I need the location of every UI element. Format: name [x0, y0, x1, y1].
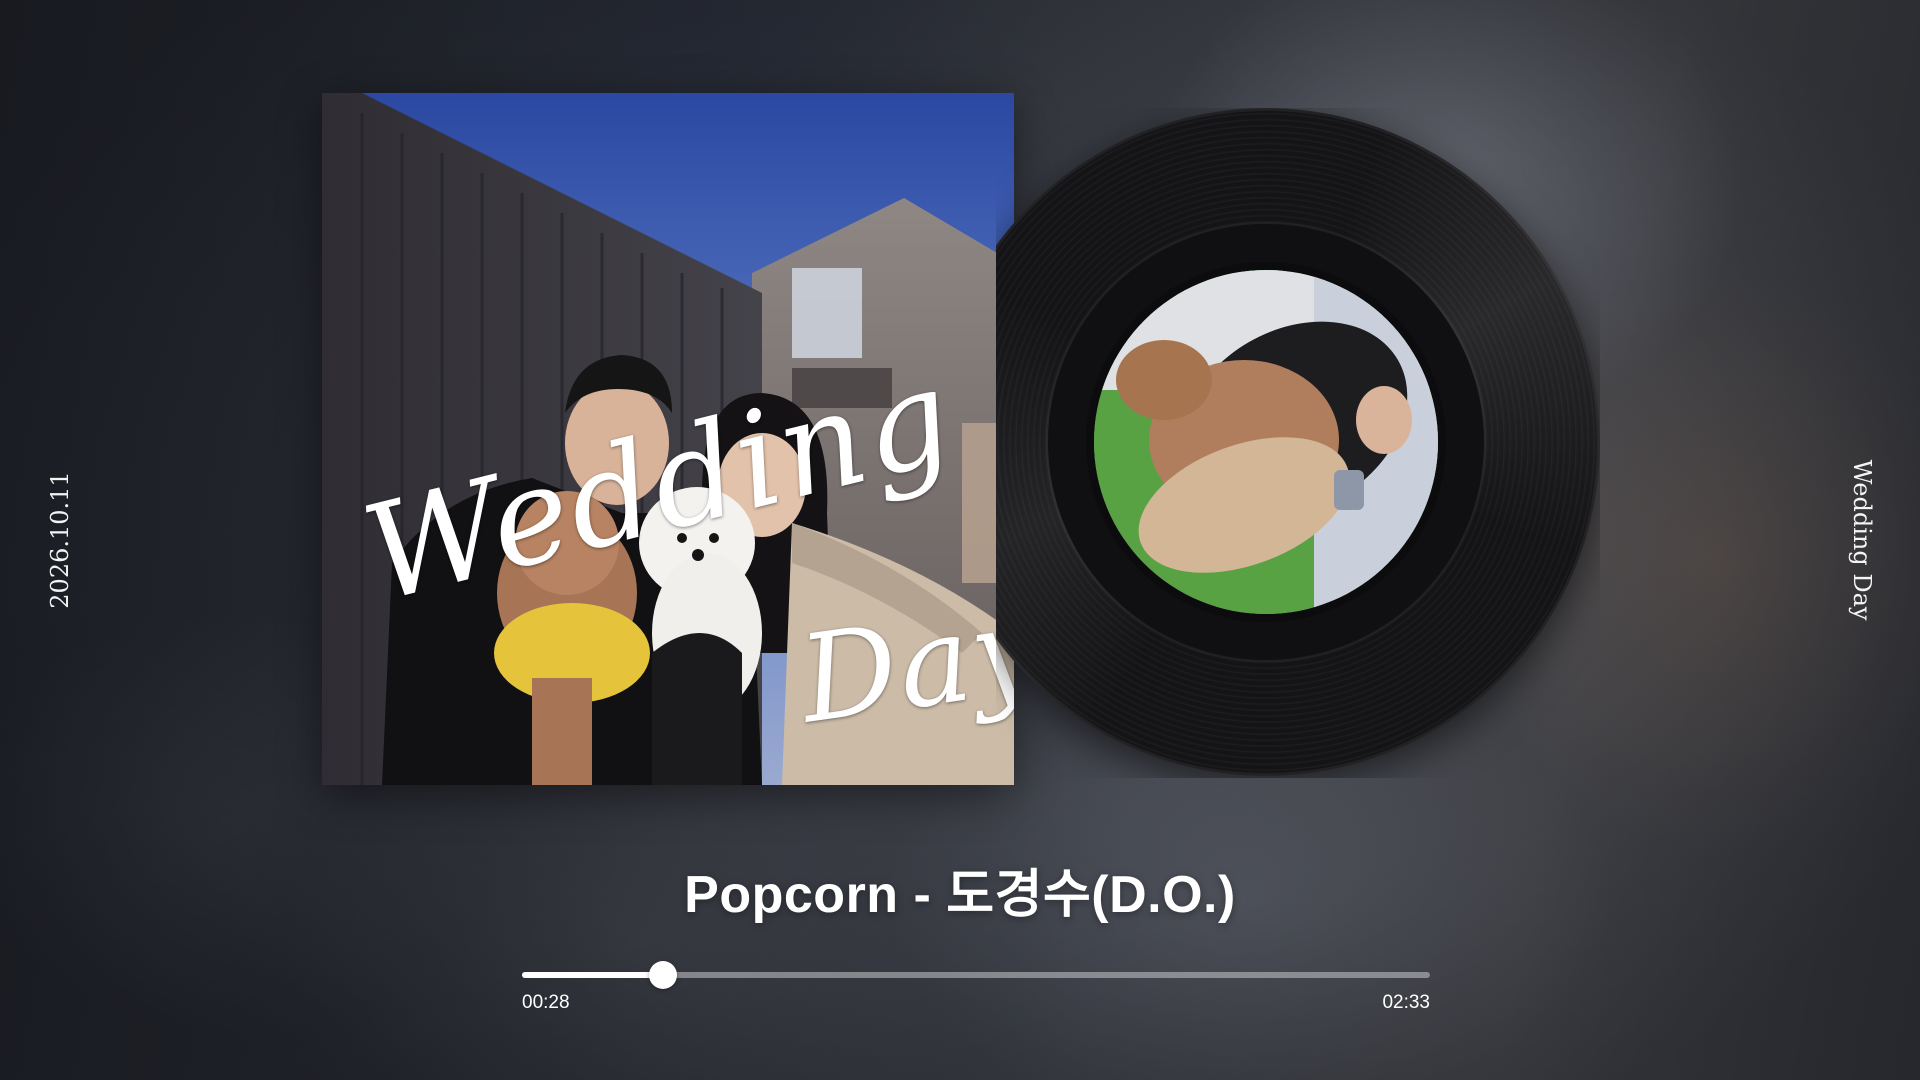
wedding-date-text: 2026.10.11 — [46, 471, 74, 609]
vinyl-record — [996, 108, 1600, 778]
progress-fill — [522, 972, 663, 978]
total-time: 02:33 — [1382, 992, 1430, 1013]
player-screen: Wedding Day 2026.10.11 Wedding Day Popco… — [0, 0, 1920, 1080]
progress-bar[interactable] — [522, 961, 1430, 989]
wedding-day-text: Wedding Day — [1848, 459, 1876, 621]
current-time: 00:28 — [522, 992, 570, 1013]
progress-thumb[interactable] — [648, 961, 677, 989]
vinyl-label-photo — [1094, 270, 1438, 614]
album-cover: Wedding Day — [322, 93, 1014, 785]
song-title: Popcorn - 도경수(D.O.) — [684, 866, 1236, 924]
